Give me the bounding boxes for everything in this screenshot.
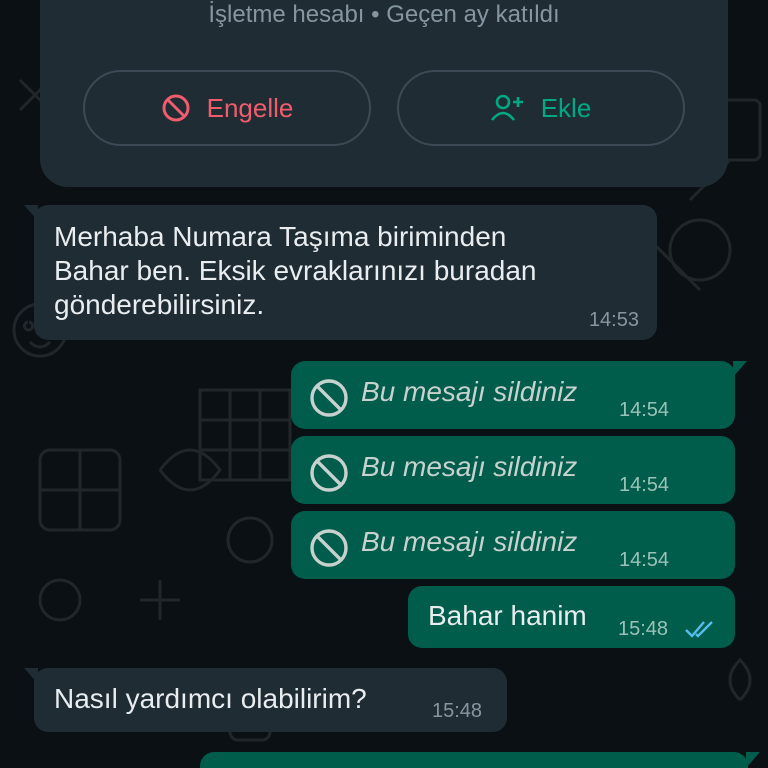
block-button-label: Engelle: [206, 92, 294, 123]
add-contact-icon: [490, 93, 525, 123]
message-text: Bahar hanim: [428, 600, 587, 631]
message-time: 14:54: [619, 474, 670, 496]
message-bubble-incoming[interactable]: Merhaba Numara Taşıma biriminden Bahar b…: [24, 205, 657, 340]
bubble-tail: [24, 668, 38, 684]
deleted-message-text: Bu mesajı sildiniz: [361, 376, 578, 407]
bubble-tail: [24, 205, 38, 221]
add-contact-button-label: Ekle: [540, 92, 592, 123]
deleted-message-icon: [309, 378, 349, 423]
message-bubble-outgoing[interactable]: Bahar hanim 15:48: [408, 586, 735, 648]
double-check-icon: [684, 618, 716, 645]
add-contact-button[interactable]: Ekle: [397, 70, 685, 146]
message-time: 15:48: [618, 618, 669, 640]
deleted-message-icon: [309, 453, 349, 498]
message-time: 15:48: [432, 700, 483, 722]
deleted-message-bubble[interactable]: Bu mesajı sildiniz 14:54: [291, 436, 735, 504]
deleted-message-icon: [309, 528, 349, 573]
account-subtitle: İşletme hesabı • Geçen ay katıldı: [208, 1, 560, 28]
message-bubble-outgoing[interactable]: [200, 752, 760, 768]
message-text: Merhaba Numara Taşıma biriminden Bahar b…: [54, 221, 537, 320]
deleted-message-bubble[interactable]: Bu mesajı sildiniz 14:54: [291, 511, 735, 579]
chat-screen: İşletme hesabı • Geçen ay katıldı Engell…: [0, 0, 768, 768]
message-time: 14:54: [619, 399, 670, 421]
bubble-tail: [733, 361, 747, 377]
bubble-tail: [746, 752, 760, 768]
message-time: 14:53: [588, 309, 639, 331]
message-time: 14:54: [619, 549, 670, 571]
message-text: Nasıl yardımcı olabilirim?: [54, 683, 367, 714]
block-icon: [161, 93, 191, 123]
deleted-message-text: Bu mesajı sildiniz: [361, 526, 578, 557]
deleted-message-bubble[interactable]: Bu mesajı sildiniz 14:54: [291, 361, 747, 429]
block-button[interactable]: Engelle: [83, 70, 371, 146]
message-bubble-incoming[interactable]: Nasıl yardımcı olabilirim? 15:48: [24, 668, 507, 732]
deleted-message-text: Bu mesajı sildiniz: [361, 451, 578, 482]
contact-info-card: İşletme hesabı • Geçen ay katıldı Engell…: [40, 0, 728, 187]
